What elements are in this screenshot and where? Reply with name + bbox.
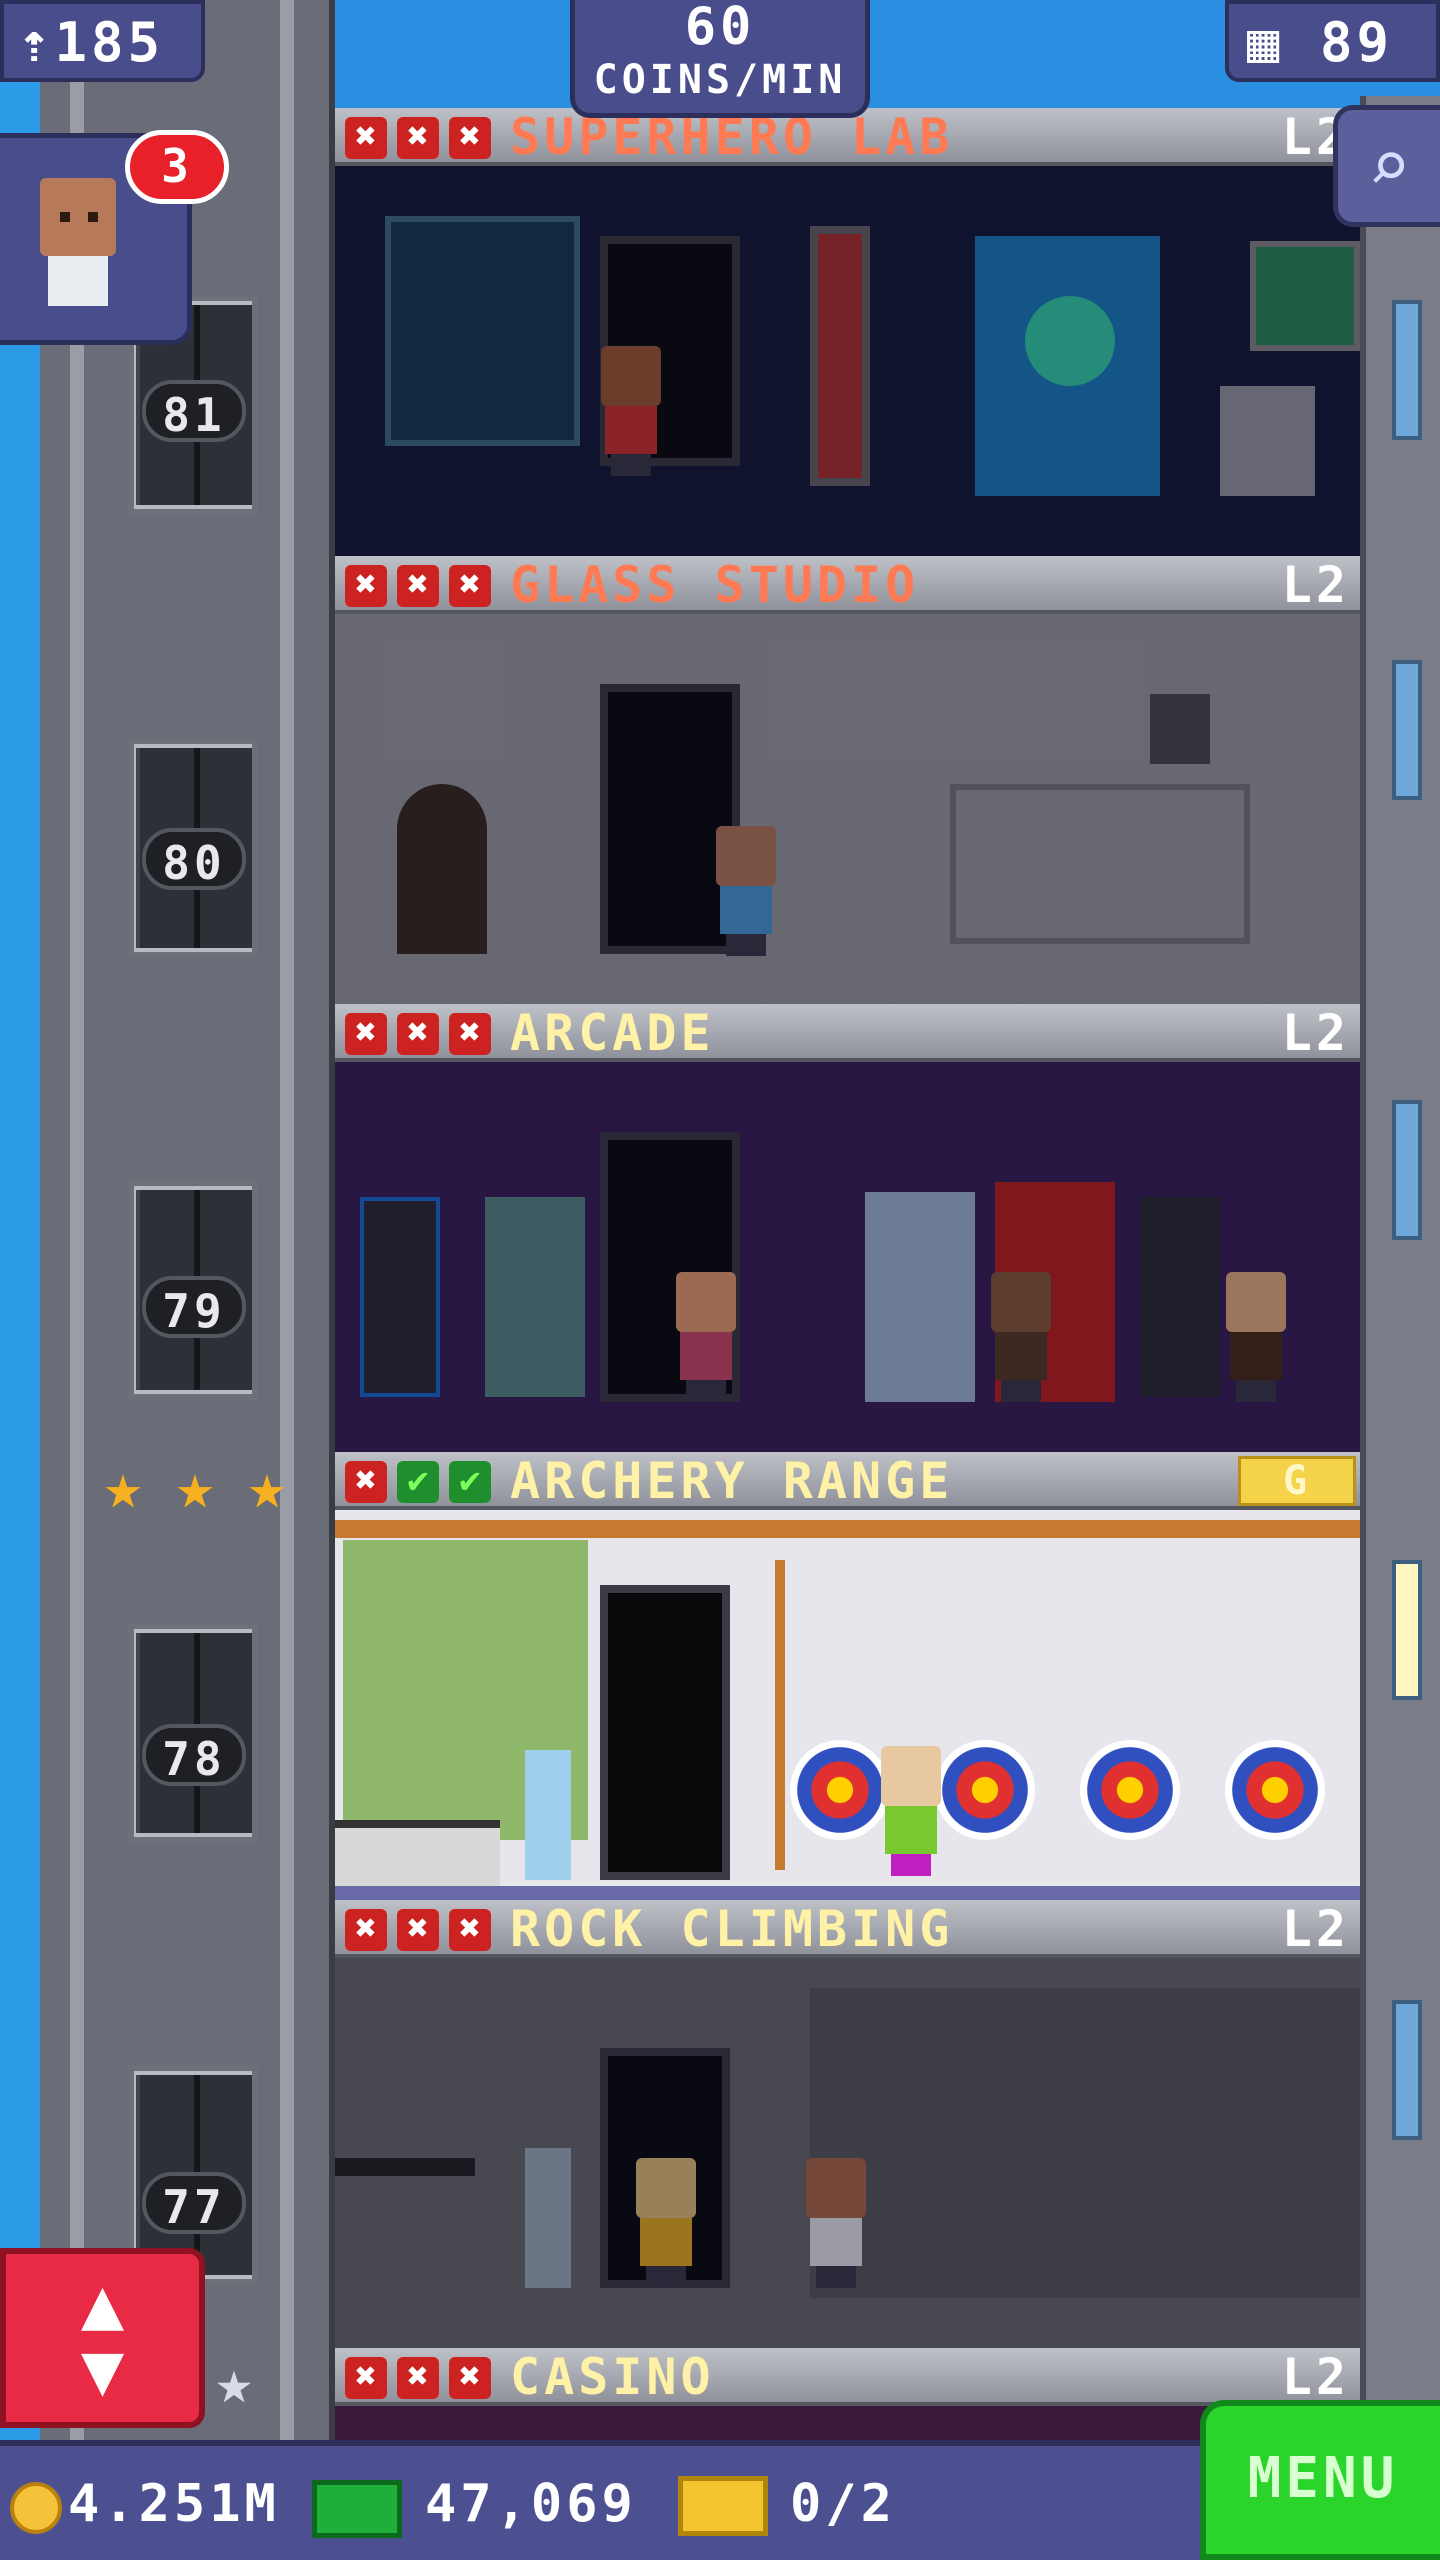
archery-target xyxy=(1225,1740,1325,1840)
coins-rate-panel: 60 COINS/MIN xyxy=(570,0,870,118)
floor-header: ✖ ✖ ✖ GLASS STUDIO L2 xyxy=(335,556,1360,614)
gold-star-icon: ★ xyxy=(247,1450,287,1524)
floor-name: ARCADE xyxy=(510,1004,715,1062)
gold-level-badge: G xyxy=(1238,1456,1356,1506)
stock-empty-icon: ✖ xyxy=(345,1013,387,1055)
stock-empty-icon: ✖ xyxy=(397,2357,439,2399)
stock-empty-icon: ✖ xyxy=(345,565,387,607)
floors-counter[interactable]: ▦ 89 xyxy=(1225,0,1440,82)
room-shade xyxy=(335,614,1360,1004)
elevator-toggle-button[interactable]: ▲ ▼ xyxy=(0,2248,205,2428)
floor-level: L2 xyxy=(1281,2348,1350,2406)
floors-value: 89 xyxy=(1320,11,1394,74)
stock-empty-icon: ✖ xyxy=(397,1013,439,1055)
coins-value: 4.251M xyxy=(68,2474,280,2534)
floor-archery-range[interactable]: ✖ ✔ ✔ ARCHERY RANGE G xyxy=(335,1452,1360,1900)
floor-number: 79 xyxy=(142,1276,246,1338)
resident[interactable] xyxy=(875,1746,947,1876)
floor-header: ✖ ✖ ✖ ARCADE L2 xyxy=(335,1004,1360,1062)
person-up-icon: ⇡ xyxy=(18,11,55,74)
room-shade xyxy=(335,166,1360,556)
floor-glass-studio[interactable]: ✖ ✖ ✖ GLASS STUDIO L2 xyxy=(335,556,1360,1004)
floor-number: 77 xyxy=(142,2172,246,2234)
bux-value: 47,069 xyxy=(425,2474,637,2534)
stock-empty-icon: ✖ xyxy=(449,2357,491,2399)
water-cooler xyxy=(525,1750,571,1880)
room-interior xyxy=(335,614,1360,1004)
room-interior xyxy=(335,1062,1360,1452)
floor-name: ARCHERY RANGE xyxy=(510,1452,954,1510)
floor-strip xyxy=(335,1886,1360,1900)
room-shade xyxy=(335,1062,1360,1452)
coins-rate-value: 60 xyxy=(684,0,756,57)
tower-bux-icon xyxy=(312,2480,402,2538)
wood-beam xyxy=(335,1520,1360,1538)
window xyxy=(1392,300,1422,440)
floor-header: ✖ ✖ ✖ ROCK CLIMBING L2 xyxy=(335,1900,1360,1958)
room-interior xyxy=(335,1510,1360,1900)
stock-empty-icon: ✖ xyxy=(449,565,491,607)
room-interior xyxy=(335,1958,1360,2348)
gold-star-icon: ★ xyxy=(103,1450,143,1524)
stock-empty-icon: ✖ xyxy=(345,2357,387,2399)
floor-header: ✖ ✔ ✔ ARCHERY RANGE G xyxy=(335,1452,1360,1510)
tickets-value: 0/2 xyxy=(790,2474,896,2534)
gold-star-icon: ★ xyxy=(175,1450,215,1524)
room-interior xyxy=(335,166,1360,556)
floor-level: L2 xyxy=(1281,556,1350,614)
window xyxy=(1392,2000,1422,2140)
floor-name: GLASS STUDIO xyxy=(510,556,920,614)
stock-full-icon: ✔ xyxy=(397,1461,439,1503)
building-icon: ▦ xyxy=(1247,11,1321,74)
door xyxy=(600,1585,730,1880)
population-value: 185 xyxy=(54,11,165,74)
silver-star-icon: ★ xyxy=(215,2345,253,2418)
archery-target xyxy=(1080,1740,1180,1840)
arrow-down-icon: ▼ xyxy=(80,2327,125,2411)
floor-rock-climbing[interactable]: ✖ ✖ ✖ ROCK CLIMBING L2 xyxy=(335,1900,1360,2348)
golden-ticket-icon xyxy=(678,2476,768,2536)
stock-empty-icon: ✖ xyxy=(345,1461,387,1503)
floor-name: ROCK CLIMBING xyxy=(510,1900,954,1958)
search-button[interactable]: ⌕ xyxy=(1333,105,1440,227)
sky-strip xyxy=(0,0,40,2560)
stock-empty-icon: ✖ xyxy=(345,117,387,159)
shaft-rail xyxy=(70,0,84,2440)
floor-arcade[interactable]: ✖ ✖ ✖ ARCADE L2 xyxy=(335,1004,1360,1452)
floor-stars: ★ ★ ★ xyxy=(92,1450,307,1524)
stock-empty-icon: ✖ xyxy=(397,1909,439,1951)
coins-rate-label: COINS/MIN xyxy=(593,57,847,103)
window-lit xyxy=(1392,1560,1422,1700)
window xyxy=(1392,1100,1422,1240)
visitor-avatar xyxy=(30,178,126,318)
floor-number: 78 xyxy=(142,1724,246,1786)
floor-level: L2 xyxy=(1281,1004,1350,1062)
stock-empty-icon: ✖ xyxy=(345,1909,387,1951)
stock-empty-icon: ✖ xyxy=(449,117,491,159)
population-counter[interactable]: ⇡185 xyxy=(0,0,205,82)
floor-number: 80 xyxy=(142,828,246,890)
coin-icon xyxy=(10,2482,62,2534)
menu-button[interactable]: MENU xyxy=(1200,2400,1440,2560)
floor-header: ✖ ✖ ✖ CASINO L2 xyxy=(335,2348,1360,2406)
floor-name: CASINO xyxy=(510,2348,715,2406)
stock-empty-icon: ✖ xyxy=(449,1013,491,1055)
room-shade xyxy=(335,1958,1360,2348)
archery-target xyxy=(935,1740,1035,1840)
stock-empty-icon: ✖ xyxy=(397,117,439,159)
counter xyxy=(335,1820,500,1890)
visitor-count-badge: 3 xyxy=(125,130,229,204)
stock-full-icon: ✔ xyxy=(449,1461,491,1503)
stock-empty-icon: ✖ xyxy=(449,1909,491,1951)
shaft-rail xyxy=(280,0,294,2440)
floor-level: L2 xyxy=(1281,1900,1350,1958)
magnifier-icon: ⌕ xyxy=(1367,124,1411,208)
window xyxy=(1392,660,1422,800)
floor-number: 81 xyxy=(142,380,246,442)
stock-empty-icon: ✖ xyxy=(397,565,439,607)
floor-superhero-lab[interactable]: ✖ ✖ ✖ SUPERHERO LAB L2 xyxy=(335,108,1360,556)
